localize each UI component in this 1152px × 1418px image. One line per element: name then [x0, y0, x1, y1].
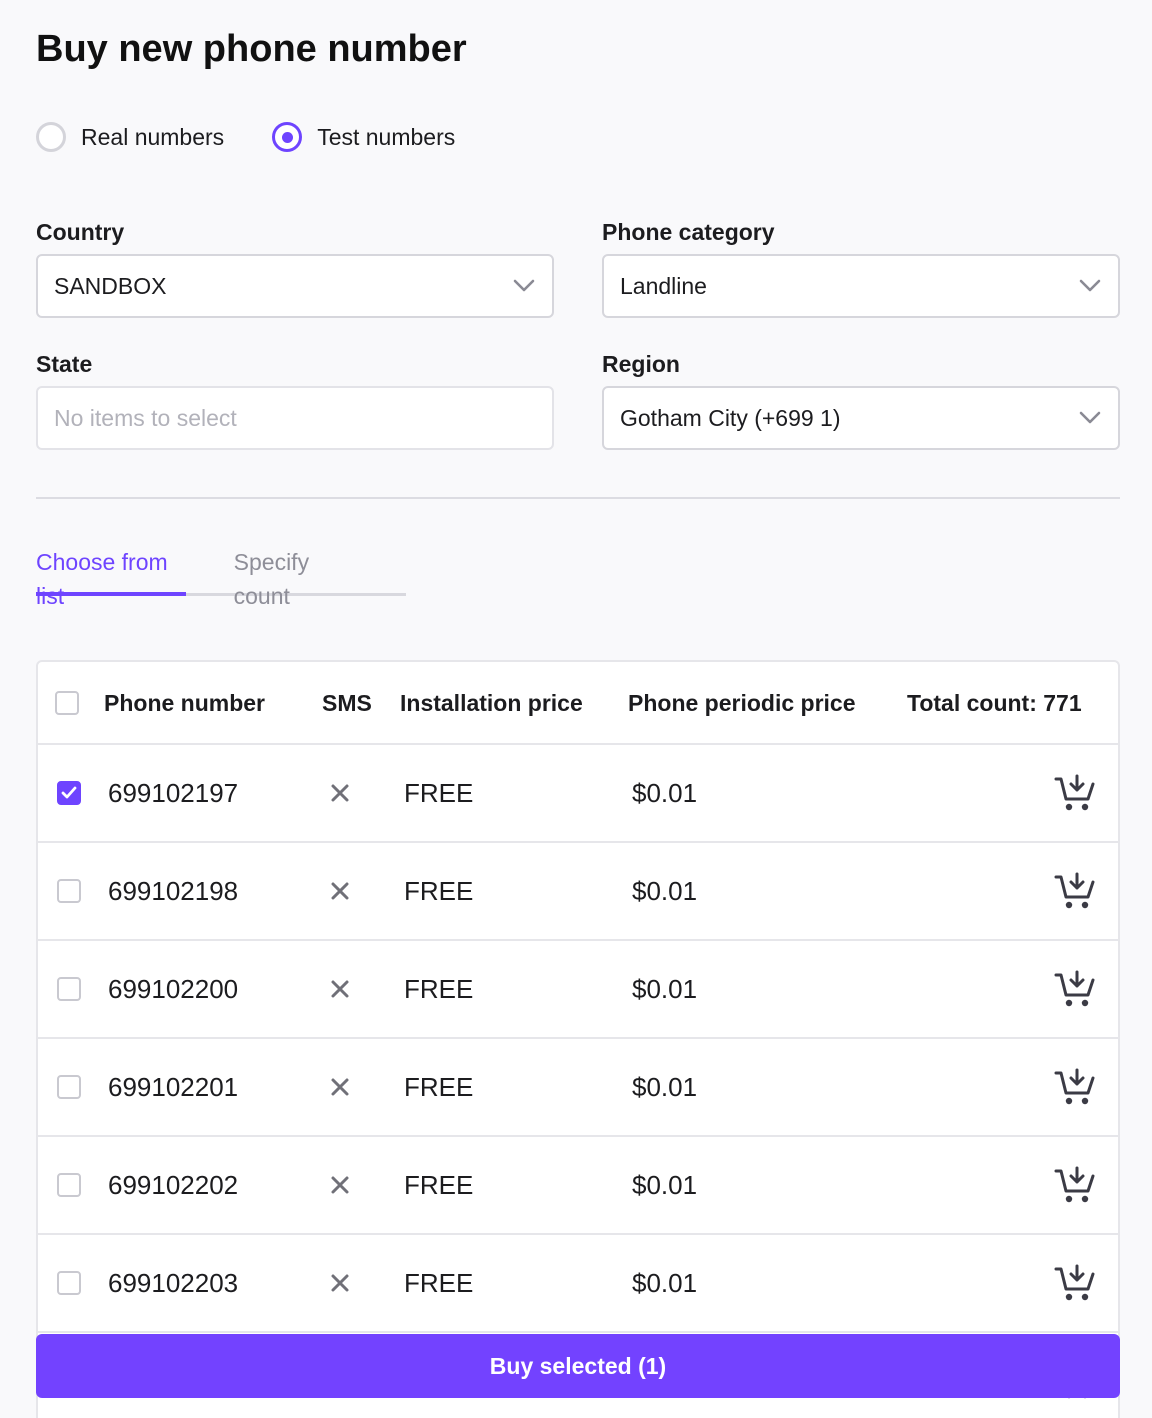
chevron-down-icon — [1078, 406, 1102, 430]
radio-label: Test numbers — [317, 123, 456, 150]
chevron-down-icon — [512, 274, 536, 298]
cart-add-icon[interactable] — [1054, 774, 1096, 814]
region-field: Region Gotham City (+699 1) — [602, 351, 1120, 450]
radio-circle-checked[interactable] — [272, 122, 303, 152]
table-row[interactable]: 699102203 FREE $0.01 — [38, 1235, 1118, 1333]
periodic-price: $0.01 — [632, 974, 698, 1004]
row-checkbox[interactable] — [57, 1173, 81, 1197]
table-body: 699102197 FREE $0.01 699102198 FREE $0.01 6991… — [38, 745, 1118, 1418]
tab-choose-from-list[interactable]: Choose from list — [36, 545, 186, 609]
phone-number: 699102202 — [108, 1170, 239, 1200]
phone-category-field: Phone category Landline — [602, 219, 1120, 318]
installation-price: FREE — [404, 876, 474, 906]
cart-add-icon[interactable] — [1054, 1264, 1096, 1304]
row-checkbox[interactable] — [57, 1271, 81, 1295]
periodic-price: $0.01 — [632, 1072, 698, 1102]
installation-price: FREE — [404, 1072, 474, 1102]
divider — [36, 497, 1120, 499]
page-title: Buy new phone number — [36, 28, 467, 70]
periodic-price: $0.01 — [632, 1170, 698, 1200]
chevron-down-icon — [1078, 274, 1102, 298]
phone-number: 699102197 — [108, 778, 239, 808]
number-type-radio-group: Real numbers Test numbers — [36, 122, 503, 152]
radio-test-numbers[interactable]: Test numbers — [272, 122, 455, 152]
field-label: State — [36, 351, 93, 377]
state-select[interactable]: No items to select — [36, 386, 554, 450]
table-header: Phone number SMS Installation price Phon… — [38, 662, 1118, 745]
installation-price: FREE — [404, 1268, 474, 1298]
row-checkbox[interactable] — [57, 1075, 81, 1099]
x-icon — [330, 783, 350, 803]
buy-selected-button[interactable]: Buy selected (1) — [36, 1334, 1120, 1398]
row-checkbox[interactable] — [57, 879, 81, 903]
phone-number: 699102201 — [108, 1072, 239, 1102]
select-value: SANDBOX — [54, 272, 167, 299]
row-checkbox[interactable] — [57, 781, 81, 805]
x-icon — [330, 1273, 350, 1293]
total-count: Total count: 771 — [907, 690, 1082, 716]
check-icon — [61, 786, 77, 800]
cart-add-icon[interactable] — [1054, 872, 1096, 912]
phone-number: 699102200 — [108, 974, 239, 1004]
table-row[interactable]: 699102198 FREE $0.01 — [38, 843, 1118, 941]
periodic-price: $0.01 — [632, 876, 698, 906]
tab-specify-count[interactable]: Specify count — [234, 545, 358, 609]
x-icon — [330, 1077, 350, 1097]
cart-add-icon[interactable] — [1054, 970, 1096, 1010]
select-value: Landline — [620, 272, 707, 299]
x-icon — [330, 1175, 350, 1195]
column-sms: SMS — [322, 690, 372, 716]
radio-real-numbers[interactable]: Real numbers — [36, 122, 224, 152]
field-label: Phone category — [602, 219, 775, 245]
column-installation-price: Installation price — [400, 690, 583, 716]
periodic-price: $0.01 — [632, 1268, 698, 1298]
state-field: State No items to select — [36, 351, 554, 450]
cart-add-icon[interactable] — [1054, 1068, 1096, 1108]
phone-category-select[interactable]: Landline — [602, 254, 1120, 318]
region-select[interactable]: Gotham City (+699 1) — [602, 386, 1120, 450]
tab-bar: Choose from list Specify count — [36, 545, 406, 609]
select-placeholder: No items to select — [54, 404, 237, 431]
table-row[interactable]: 699102202 FREE $0.01 — [38, 1137, 1118, 1235]
radio-label: Real numbers — [81, 123, 225, 150]
table-row[interactable]: 699102197 FREE $0.01 — [38, 745, 1118, 843]
phone-number: 699102198 — [108, 876, 239, 906]
field-label: Country — [36, 219, 125, 245]
country-field: Country SANDBOX — [36, 219, 554, 318]
periodic-price: $0.01 — [632, 778, 698, 808]
country-select[interactable]: SANDBOX — [36, 254, 554, 318]
installation-price: FREE — [404, 974, 474, 1004]
select-value: Gotham City (+699 1) — [620, 404, 841, 431]
column-periodic-price: Phone periodic price — [628, 690, 856, 716]
cart-add-icon[interactable] — [1054, 1166, 1096, 1206]
phone-number: 699102203 — [108, 1268, 239, 1298]
field-label: Region — [602, 351, 680, 377]
table-row[interactable]: 699102201 FREE $0.01 — [38, 1039, 1118, 1137]
x-icon — [330, 881, 350, 901]
radio-circle-unchecked[interactable] — [36, 122, 66, 152]
installation-price: FREE — [404, 778, 474, 808]
table-row[interactable]: 699102200 FREE $0.01 — [38, 941, 1118, 1039]
x-icon — [330, 979, 350, 999]
row-checkbox[interactable] — [57, 977, 81, 1001]
column-phone-number: Phone number — [104, 690, 266, 716]
installation-price: FREE — [404, 1170, 474, 1200]
phone-numbers-table: Phone number SMS Installation price Phon… — [36, 660, 1120, 1418]
select-all-checkbox[interactable] — [55, 691, 79, 715]
